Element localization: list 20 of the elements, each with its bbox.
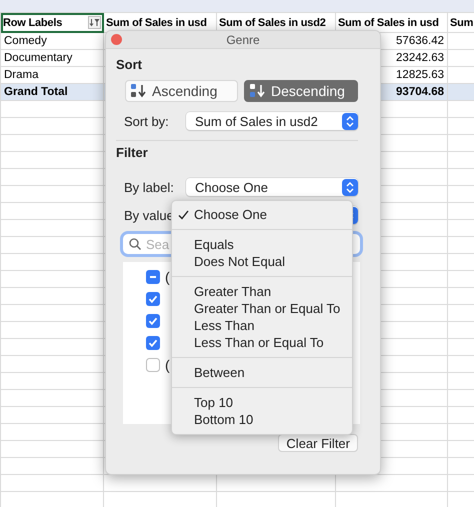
window-title: Genre [226,32,260,46]
section-heading: Filter [116,145,149,161]
column-header: Sum [450,16,474,28]
list-item-text: ( [165,269,170,285]
field-label: By label: [124,180,174,194]
table-cell: 12825.63 [396,69,444,81]
table-cell: 23242.63 [396,52,444,64]
column-header: Sum of Sales in usd [338,16,439,28]
column-header: Row Labels [3,16,62,28]
table-cell: 93704.68 [396,86,444,98]
column-header: Sum of Sales in usd [106,16,207,28]
row-label: Drama [4,69,39,81]
row-label: Documentary [4,52,72,64]
field-label: Sort by: [124,114,169,128]
column-header: Sum of Sales in usd2 [219,16,326,28]
table-cell: 57636.42 [396,35,444,47]
row-label: Comedy [4,35,47,47]
section-heading: Sort [116,57,143,73]
list-item-text: ( [165,357,170,373]
row-label: Grand Total [4,86,68,98]
